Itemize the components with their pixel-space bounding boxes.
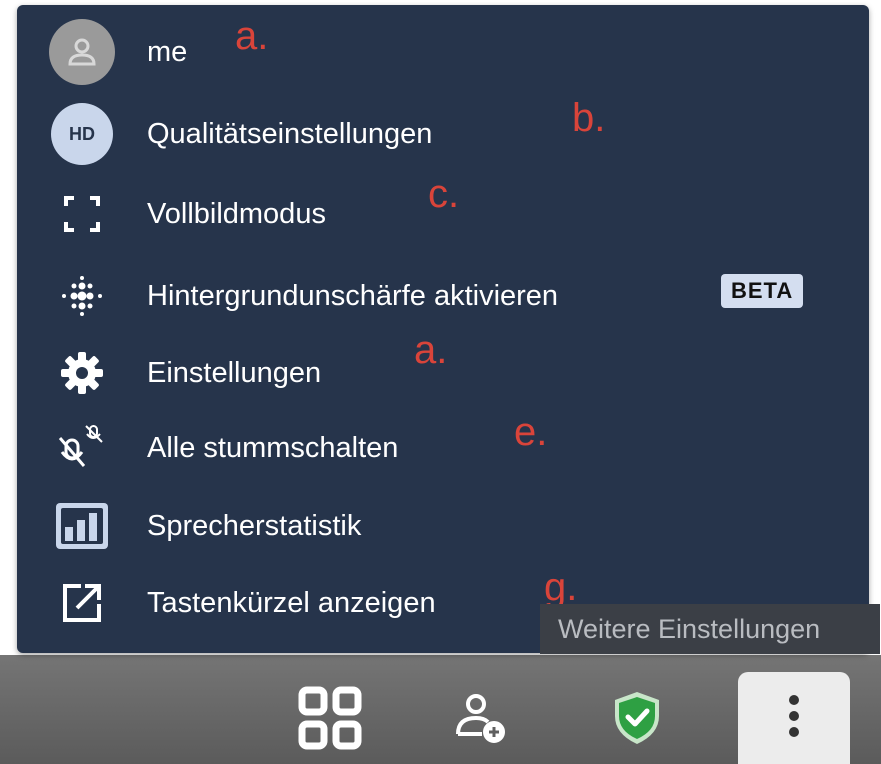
annotation-a-second: a.	[414, 328, 448, 372]
menu-item-label: Qualitätseinstellungen	[147, 117, 433, 150]
menu-item-background-blur[interactable]: Hintergrundunschärfe aktivieren BETA	[17, 261, 837, 331]
annotation-a: a.	[235, 14, 269, 58]
mute-all-icon	[49, 415, 115, 481]
menu-item-profile[interactable]: me	[17, 17, 837, 87]
menu-item-label: Vollbildmodus	[147, 197, 326, 230]
more-settings-tooltip: Weitere Einstellungen	[540, 604, 880, 654]
beta-badge: BETA	[721, 274, 804, 308]
tile-view-icon[interactable]	[285, 675, 375, 760]
menu-item-label: Tastenkürzel anzeigen	[147, 586, 436, 619]
fullscreen-icon	[49, 181, 115, 247]
annotation-b: b.	[572, 96, 606, 140]
hd-icon: HD	[49, 101, 115, 167]
external-link-icon	[49, 570, 115, 636]
avatar-icon	[49, 19, 115, 85]
menu-item-mute-all[interactable]: Alle stummschalten	[17, 413, 837, 483]
annotation-e: e.	[514, 410, 548, 454]
menu-item-speaker-stats[interactable]: Sprecherstatistik	[17, 491, 837, 561]
menu-item-label: Sprecherstatistik	[147, 509, 362, 542]
speaker-stats-icon	[49, 493, 115, 559]
annotation-c: c.	[428, 172, 460, 216]
menu-item-label: Alle stummschalten	[147, 431, 399, 464]
blur-icon	[49, 263, 115, 329]
menu-item-label: Hintergrundunschärfe aktivieren	[147, 279, 559, 312]
gear-icon	[49, 340, 115, 406]
menu-item-label: me	[147, 35, 188, 68]
menu-item-label: Einstellungen	[147, 356, 322, 389]
more-options-button[interactable]	[738, 672, 850, 764]
menu-item-fullscreen[interactable]: Vollbildmodus	[17, 179, 837, 249]
menu-item-quality-settings[interactable]: HD Qualitätseinstellungen	[17, 99, 837, 169]
more-dots-icon	[787, 693, 801, 744]
invite-icon[interactable]	[435, 675, 525, 760]
security-shield-icon[interactable]	[592, 675, 682, 760]
